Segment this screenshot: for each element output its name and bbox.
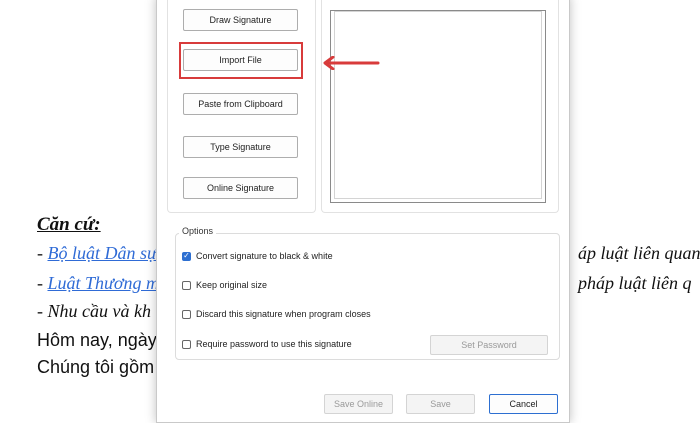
convert-bw-label: Convert signature to black & white xyxy=(196,251,333,261)
document-line-5: Chúng tôi gồm xyxy=(37,357,155,377)
online-signature-button[interactable]: Online Signature xyxy=(183,177,298,199)
type-signature-button[interactable]: Type Signature xyxy=(183,136,298,158)
discard-signature-option[interactable]: Discard this signature when program clos… xyxy=(182,309,371,319)
line-2-link[interactable]: Luật Thương m xyxy=(48,273,159,293)
document-line-1: - Bộ luật Dân sự xyxy=(37,243,157,264)
signature-preview-canvas xyxy=(334,11,542,199)
require-password-checkbox[interactable] xyxy=(182,339,191,349)
line-2-prefix: - xyxy=(37,273,48,293)
discard-signature-checkbox[interactable] xyxy=(182,309,191,319)
save-online-button[interactable]: Save Online xyxy=(324,394,393,414)
line-1-link[interactable]: Bộ luật Dân sự xyxy=(48,243,157,263)
draw-signature-button[interactable]: Draw Signature xyxy=(183,9,298,31)
document-line-4: Hôm nay, ngày xyxy=(37,330,157,350)
require-password-label: Require password to use this signature xyxy=(196,339,352,349)
keep-size-option[interactable]: Keep original size xyxy=(182,280,267,290)
set-password-button[interactable]: Set Password xyxy=(430,335,548,355)
line-1-prefix: - xyxy=(37,243,48,263)
document-line-2-right: pháp luật liên q xyxy=(578,273,692,293)
convert-bw-checkbox[interactable]: ✓ xyxy=(182,251,191,261)
document-line-1-right: áp luật liên quan xyxy=(578,243,700,263)
red-arrow-icon xyxy=(323,56,380,70)
document-heading: Căn cứ: xyxy=(37,214,101,235)
options-legend: Options xyxy=(179,226,217,236)
document-line-2: - Luật Thương m xyxy=(37,273,159,294)
require-password-option[interactable]: Require password to use this signature xyxy=(182,339,352,349)
keep-size-checkbox[interactable] xyxy=(182,280,191,290)
convert-bw-option[interactable]: ✓ Convert signature to black & white xyxy=(182,251,333,261)
import-file-button[interactable]: Import File xyxy=(183,49,298,71)
discard-signature-label: Discard this signature when program clos… xyxy=(196,309,371,319)
signature-preview-box xyxy=(330,10,546,203)
keep-size-label: Keep original size xyxy=(196,280,268,290)
document-line-3: - Nhu cầu và kh xyxy=(37,301,151,321)
paste-from-clipboard-button[interactable]: Paste from Clipboard xyxy=(183,93,298,115)
cancel-button[interactable]: Cancel xyxy=(489,394,558,414)
save-button[interactable]: Save xyxy=(406,394,475,414)
